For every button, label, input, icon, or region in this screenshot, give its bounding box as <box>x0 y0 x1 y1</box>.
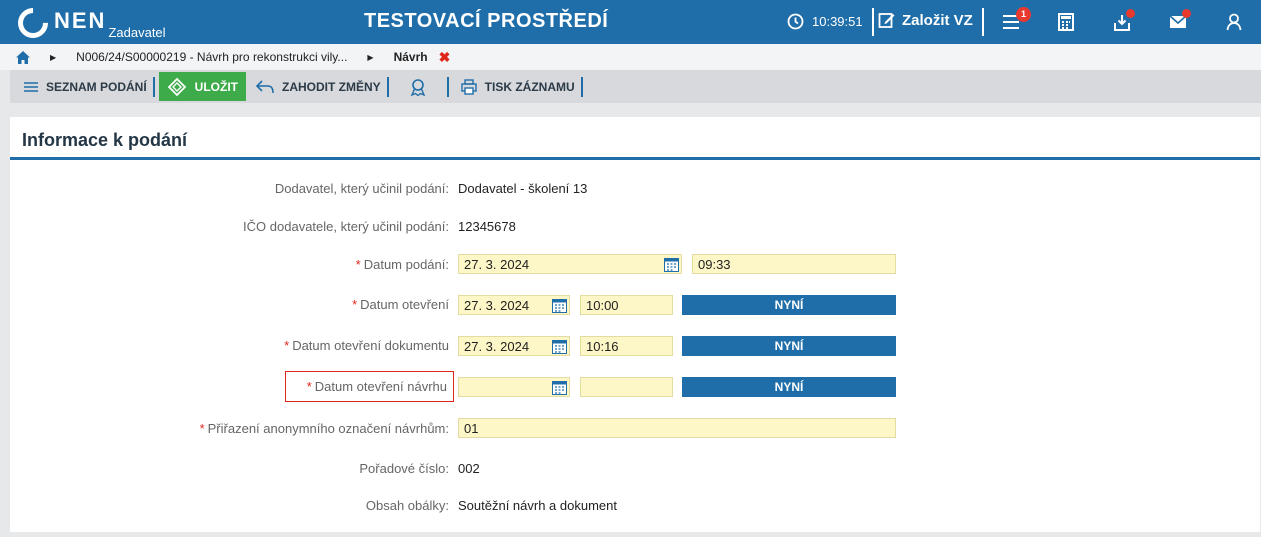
logo-text: NEN <box>54 8 107 33</box>
save-icon <box>167 77 186 96</box>
notification-badge: 1 <box>1016 7 1031 22</box>
opening-date-label: * Datum otevření <box>352 297 449 312</box>
logo-subtitle: Zadavatel <box>108 25 166 40</box>
nen-logo[interactable]: NEN Zadavatel <box>11 1 166 45</box>
header-divider <box>982 8 984 36</box>
discard-changes-button[interactable]: ZAHODIT ZMĚNY <box>250 70 387 103</box>
create-contract-button[interactable]: Založit VZ <box>878 11 973 29</box>
doc-opening-time-input[interactable]: 10:16 <box>580 336 673 356</box>
action-toolbar: SEZNAM PODÁNÍ ULOŽIT ZAHODIT ZMĚNY TISK … <box>10 70 1261 103</box>
anon-mark-label: * Přiřazení anonymního označení návrhům: <box>199 421 449 436</box>
calendar-icon[interactable] <box>549 377 569 397</box>
required-marker: * <box>355 257 361 272</box>
doc-opening-date-label: * Datum otevření dokumentu <box>284 338 449 353</box>
envelope-value: Soutěžní návrh a dokument <box>458 498 617 513</box>
close-tab-icon[interactable]: ✖ <box>439 49 451 66</box>
list-submissions-label: SEZNAM PODÁNÍ <box>46 79 147 94</box>
header-divider <box>872 8 874 36</box>
proposal-opening-now-button[interactable]: NYNÍ <box>682 377 896 397</box>
session-clock: 10:39:51 <box>787 13 863 30</box>
edit-icon <box>878 13 895 28</box>
proposal-opening-time-input[interactable] <box>580 377 673 397</box>
list-submissions-button[interactable]: SEZNAM PODÁNÍ <box>10 70 153 103</box>
required-marker: * <box>352 297 358 312</box>
print-record-button[interactable]: TISK ZÁZNAMU <box>449 70 581 103</box>
required-marker: * <box>284 338 290 353</box>
save-button[interactable]: ULOŽIT <box>158 72 246 101</box>
home-icon[interactable] <box>16 50 30 64</box>
order-no-label: Pořadové číslo: <box>359 461 449 476</box>
clock-icon <box>787 13 804 30</box>
top-bar: NEN Zadavatel TESTOVACÍ PROSTŘEDÍ 10:39:… <box>0 0 1261 45</box>
submission-info-panel: Informace k podání <box>10 117 1260 532</box>
user-icon[interactable] <box>1224 12 1244 32</box>
ico-value: 12345678 <box>458 219 516 234</box>
calculator-icon[interactable] <box>1056 12 1076 32</box>
mail-alert-dot <box>1182 9 1191 18</box>
breadcrumb-arrow-icon: ▶ <box>367 52 374 62</box>
logo-ring-icon <box>11 1 55 45</box>
opening-now-button[interactable]: NYNÍ <box>682 295 896 315</box>
printer-icon <box>460 78 477 95</box>
submission-date-input[interactable]: 27. 3. 2024 <box>458 254 682 274</box>
breadcrumb: ▶ N006/24/S00000219 - Návrh pro rekonstr… <box>0 44 1261 70</box>
ico-label: IČO dodavatele, který učinil podání: <box>243 219 449 234</box>
certificate-button[interactable] <box>389 70 447 103</box>
supplier-label: Dodavatel, který učinil podání: <box>274 181 449 196</box>
calendar-icon[interactable] <box>549 336 569 356</box>
required-marker: * <box>306 379 312 394</box>
required-marker: * <box>199 421 205 436</box>
panel-title-underline <box>10 157 1260 160</box>
breadcrumb-arrow-icon: ▶ <box>50 52 57 62</box>
undo-icon <box>256 79 274 93</box>
toolbar-divider <box>580 76 583 97</box>
supplier-value: Dodavatel - školení 13 <box>458 181 588 196</box>
order-no-value: 002 <box>458 461 480 476</box>
create-contract-label: Založit VZ <box>902 11 973 29</box>
environment-title: TESTOVACÍ PROSTŘEDÍ <box>364 10 609 32</box>
discard-changes-label: ZAHODIT ZMĚNY <box>282 79 381 94</box>
inbox-alert-dot <box>1126 9 1135 18</box>
submission-time-input[interactable]: 09:33 <box>692 254 896 274</box>
list-icon <box>24 81 38 92</box>
print-record-label: TISK ZÁZNAMU <box>484 79 575 94</box>
toolbar-divider <box>152 76 155 97</box>
award-icon <box>410 78 425 96</box>
anon-mark-input[interactable]: 01 <box>458 418 896 438</box>
doc-opening-now-button[interactable]: NYNÍ <box>682 336 896 356</box>
calendar-icon[interactable] <box>549 295 569 315</box>
envelope-label: Obsah obálky: <box>365 498 449 513</box>
clock-time: 10:39:51 <box>812 14 863 29</box>
opening-time-input[interactable]: 10:00 <box>580 295 673 315</box>
breadcrumb-item-contract[interactable]: N006/24/S00000219 - Návrh pro rekonstruk… <box>76 50 347 64</box>
panel-title: Informace k podání <box>22 130 188 150</box>
calendar-icon[interactable] <box>661 254 681 274</box>
breadcrumb-item-current: Návrh <box>393 50 428 64</box>
save-label: ULOŽIT <box>194 79 238 94</box>
proposal-opening-date-label: * Datum otevření návrhu <box>306 379 447 394</box>
submission-date-label: * Datum podání: <box>355 257 449 272</box>
